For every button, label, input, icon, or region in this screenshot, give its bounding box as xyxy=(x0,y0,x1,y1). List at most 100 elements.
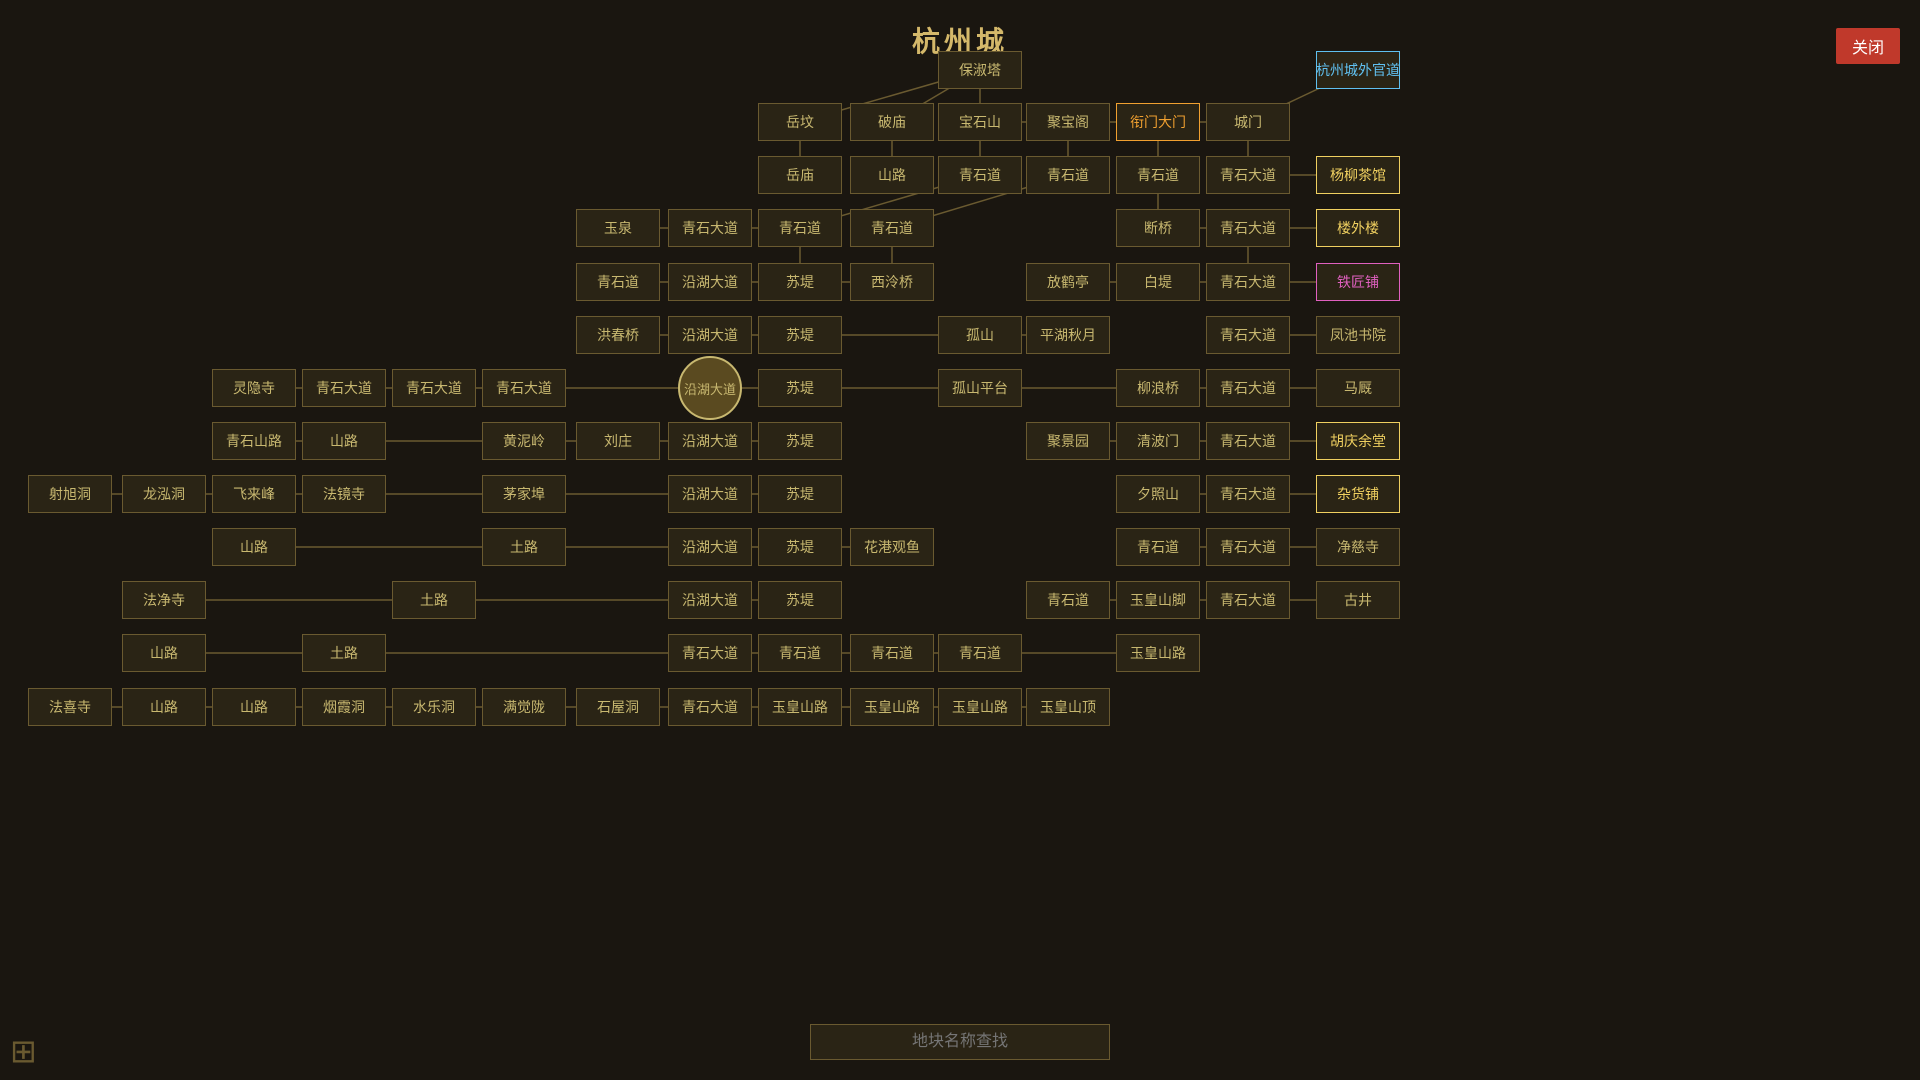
node-qingshidao11[interactable]: 青石道 xyxy=(938,634,1022,672)
node-yuhuangshanlu4[interactable]: 玉皇山路 xyxy=(850,688,934,726)
node-shanlu5[interactable]: 山路 xyxy=(122,688,206,726)
node-yanhudadao6[interactable]: 沿湖大道 xyxy=(668,528,752,566)
node-qingshidao3[interactable]: 青石道 xyxy=(1116,156,1200,194)
node-malu[interactable]: 马厩 xyxy=(1316,369,1400,407)
node-qingshidadao5[interactable]: 青石大道 xyxy=(1206,316,1290,354)
node-chengmen[interactable]: 城门 xyxy=(1206,103,1290,141)
node-zahuo[interactable]: 杂货铺 xyxy=(1316,475,1400,513)
node-yanhudadao7[interactable]: 沿湖大道 xyxy=(668,581,752,619)
node-qingshidadao11[interactable]: 青石大道 xyxy=(1206,475,1290,513)
node-yuefeng[interactable]: 岳坟 xyxy=(758,103,842,141)
search-input[interactable] xyxy=(810,1024,1110,1060)
node-liulangqiao[interactable]: 柳浪桥 xyxy=(1116,369,1200,407)
node-qingshidadao9[interactable]: 青石大道 xyxy=(1206,369,1290,407)
node-pomiao[interactable]: 破庙 xyxy=(850,103,934,141)
node-yanhudadao2[interactable]: 沿湖大道 xyxy=(668,316,752,354)
node-gushanplatform[interactable]: 孤山平台 xyxy=(938,369,1022,407)
node-fahesi[interactable]: 法喜寺 xyxy=(28,688,112,726)
node-sudi7[interactable]: 苏堤 xyxy=(758,581,842,619)
node-qingshidadao6[interactable]: 青石大道 xyxy=(302,369,386,407)
node-qingshidadao3[interactable]: 青石大道 xyxy=(1206,209,1290,247)
node-liuzhuang[interactable]: 刘庄 xyxy=(576,422,660,460)
node-tulu2[interactable]: 土路 xyxy=(392,581,476,619)
node-yanhudadao5[interactable]: 沿湖大道 xyxy=(668,475,752,513)
node-qingshidao9[interactable]: 青石道 xyxy=(758,634,842,672)
node-lingyinsi[interactable]: 灵隐寺 xyxy=(212,369,296,407)
node-fazhuangsi[interactable]: 法净寺 xyxy=(122,581,206,619)
node-huagangguanyu[interactable]: 花港观鱼 xyxy=(850,528,934,566)
node-duanqiao[interactable]: 断桥 xyxy=(1116,209,1200,247)
node-qingshidadao12[interactable]: 青石大道 xyxy=(1206,528,1290,566)
node-qingshidadao4[interactable]: 青石大道 xyxy=(1206,263,1290,301)
node-shanlu2[interactable]: 山路 xyxy=(302,422,386,460)
node-yuhuangshanlu5[interactable]: 玉皇山路 xyxy=(938,688,1022,726)
node-qingshishanlu[interactable]: 青石山路 xyxy=(212,422,296,460)
node-qingshidao4[interactable]: 青石道 xyxy=(758,209,842,247)
node-sudi3[interactable]: 苏堤 xyxy=(758,369,842,407)
node-shanlu4[interactable]: 山路 xyxy=(122,634,206,672)
node-qingshidadao13[interactable]: 青石大道 xyxy=(1206,581,1290,619)
node-fengchishuyuan[interactable]: 凤池书院 xyxy=(1316,316,1400,354)
close-button[interactable]: 关闭 xyxy=(1836,28,1900,64)
node-shiwudong[interactable]: 石屋洞 xyxy=(576,688,660,726)
node-baosuta[interactable]: 保淑塔 xyxy=(938,51,1022,89)
node-yanxiadong[interactable]: 烟霞洞 xyxy=(302,688,386,726)
node-failaifeng[interactable]: 飞来峰 xyxy=(212,475,296,513)
node-shanlu1[interactable]: 山路 xyxy=(850,156,934,194)
node-qingshidadao15[interactable]: 青石大道 xyxy=(668,688,752,726)
node-qingshidadao1[interactable]: 青石大道 xyxy=(1206,156,1290,194)
node-sudi4[interactable]: 苏堤 xyxy=(758,422,842,460)
node-qingshidadao14[interactable]: 青石大道 xyxy=(668,634,752,672)
node-qingshidao10[interactable]: 青石道 xyxy=(850,634,934,672)
node-hangzhouchengwai[interactable]: 杭州城外官道 xyxy=(1316,51,1400,89)
node-gushan[interactable]: 孤山 xyxy=(938,316,1022,354)
node-qingshidao1[interactable]: 青石道 xyxy=(938,156,1022,194)
node-qingshidadao8[interactable]: 青石大道 xyxy=(482,369,566,407)
node-qingshidadao10[interactable]: 青石大道 xyxy=(1206,422,1290,460)
node-tiejipu[interactable]: 铁匠铺 xyxy=(1316,263,1400,301)
node-tulu1[interactable]: 土路 xyxy=(482,528,566,566)
node-yuquan[interactable]: 玉泉 xyxy=(576,209,660,247)
node-yanhudadao1[interactable]: 沿湖大道 xyxy=(668,263,752,301)
node-qingshidao2[interactable]: 青石道 xyxy=(1026,156,1110,194)
node-sudi6[interactable]: 苏堤 xyxy=(758,528,842,566)
node-xizhaoshan[interactable]: 夕照山 xyxy=(1116,475,1200,513)
node-fajingsi[interactable]: 法镜寺 xyxy=(302,475,386,513)
node-lowaibldg[interactable]: 楼外楼 xyxy=(1316,209,1400,247)
node-shexudong[interactable]: 射旭洞 xyxy=(28,475,112,513)
node-qiumenm[interactable]: 衔门大门 xyxy=(1116,103,1200,141)
node-yuemiao[interactable]: 岳庙 xyxy=(758,156,842,194)
node-huangniling[interactable]: 黄泥岭 xyxy=(482,422,566,460)
node-pinghuqiuyue[interactable]: 平湖秋月 xyxy=(1026,316,1110,354)
node-qingshidao7[interactable]: 青石道 xyxy=(1116,528,1200,566)
node-maojiabu[interactable]: 茅家埠 xyxy=(482,475,566,513)
node-qingshidao6[interactable]: 青石道 xyxy=(576,263,660,301)
node-shanlu3[interactable]: 山路 xyxy=(212,528,296,566)
node-hongchunqiao[interactable]: 洪春桥 xyxy=(576,316,660,354)
node-yuhuangshanlu[interactable]: 玉皇山脚 xyxy=(1116,581,1200,619)
node-yuhuangshanlu2[interactable]: 玉皇山路 xyxy=(1116,634,1200,672)
node-yanhudadao3c[interactable]: 沿湖大道 xyxy=(678,356,742,420)
node-qingshidao8[interactable]: 青石道 xyxy=(1026,581,1110,619)
node-qingshidadao7[interactable]: 青石大道 xyxy=(392,369,476,407)
node-shanlu6[interactable]: 山路 xyxy=(212,688,296,726)
node-baidi[interactable]: 白堤 xyxy=(1116,263,1200,301)
node-shuiledong[interactable]: 水乐洞 xyxy=(392,688,476,726)
node-jubaogerp[interactable]: 聚宝阁 xyxy=(1026,103,1110,141)
node-qingshidadao2[interactable]: 青石大道 xyxy=(668,209,752,247)
node-xilengqiao[interactable]: 西泠桥 xyxy=(850,263,934,301)
node-qingbomen[interactable]: 清波门 xyxy=(1116,422,1200,460)
node-yuhuangshanlu3[interactable]: 玉皇山路 xyxy=(758,688,842,726)
node-sudi2[interactable]: 苏堤 xyxy=(758,316,842,354)
node-qingshidao5[interactable]: 青石道 xyxy=(850,209,934,247)
node-tulu3[interactable]: 土路 xyxy=(302,634,386,672)
node-baoshishan[interactable]: 宝石山 xyxy=(938,103,1022,141)
node-manjueding[interactable]: 满觉陇 xyxy=(482,688,566,726)
node-yangliuteaguan[interactable]: 杨柳茶馆 xyxy=(1316,156,1400,194)
node-yuhuangshandingm[interactable]: 玉皇山顶 xyxy=(1026,688,1110,726)
node-yanhudadao4[interactable]: 沿湖大道 xyxy=(668,422,752,460)
node-longhongdong[interactable]: 龙泓洞 xyxy=(122,475,206,513)
node-jingcisi[interactable]: 净慈寺 xyxy=(1316,528,1400,566)
node-gujing[interactable]: 古井 xyxy=(1316,581,1400,619)
node-jujingyuan[interactable]: 聚景园 xyxy=(1026,422,1110,460)
